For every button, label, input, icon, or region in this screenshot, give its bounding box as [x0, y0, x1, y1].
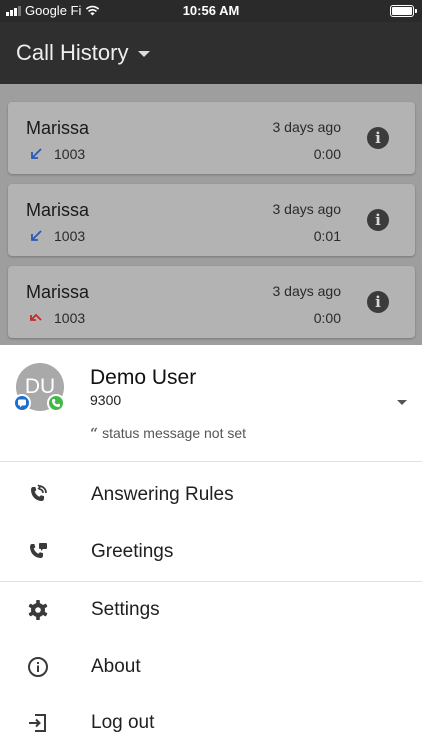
caret-down-icon [138, 51, 151, 57]
caller-name: Marissa [26, 200, 90, 220]
app-bar: Call History [0, 22, 422, 84]
menu-item-about[interactable]: About [0, 639, 422, 695]
menu-item-answering-rules[interactable]: Answering Rules [0, 467, 422, 523]
divider [0, 461, 422, 462]
info-icon [28, 657, 48, 677]
gear-icon [28, 600, 48, 620]
status-bar: Google Fi 10:56 AM [0, 0, 422, 22]
status-message-text: status message not set [102, 425, 247, 441]
call-time: 3 days ago [272, 283, 342, 299]
info-icon[interactable]: i [367, 127, 389, 149]
phone-status-icon [47, 394, 65, 412]
call-duration: 0:00 [313, 146, 341, 162]
menu-label: About [91, 656, 141, 677]
call-time: 3 days ago [272, 119, 342, 135]
caller-name: Marissa [26, 118, 90, 138]
menu-item-greetings[interactable]: Greetings [0, 524, 422, 580]
logout-icon [29, 714, 46, 732]
menu-label: Settings [91, 599, 160, 620]
answering-rules-icon [31, 484, 47, 502]
user-name: Demo User [90, 366, 197, 389]
menu-item-log-out[interactable]: Log out [0, 695, 422, 750]
chat-status-icon [13, 394, 31, 412]
user-drawer: DU Demo User 9300 “status message not se… [0, 345, 422, 750]
menu-label: Answering Rules [91, 484, 234, 505]
call-card[interactable]: Marissa 3 days ago 1003 0:00 i [8, 102, 415, 174]
page-title: Call History [16, 40, 129, 65]
incoming-call-icon [31, 148, 42, 159]
call-history-list: Marissa 3 days ago 1003 0:00 i Marissa 3… [0, 84, 422, 346]
caller-number: 1003 [54, 146, 86, 162]
caller-number: 1003 [54, 228, 86, 244]
status-message[interactable]: “status message not set [90, 425, 246, 442]
call-card[interactable]: Marissa 3 days ago 1003 0:00 i [8, 266, 415, 338]
greetings-icon [30, 543, 47, 559]
caller-number: 1003 [54, 310, 86, 326]
info-icon[interactable]: i [367, 209, 389, 231]
menu-item-settings[interactable]: Settings [0, 582, 422, 638]
menu-label: Greetings [91, 541, 174, 562]
call-card[interactable]: Marissa 3 days ago 1003 0:01 i [8, 184, 415, 256]
clock: 10:56 AM [182, 3, 240, 18]
call-duration: 0:01 [313, 228, 341, 244]
caller-name: Marissa [26, 282, 90, 302]
quote-icon: “ [90, 426, 99, 442]
incoming-call-icon [31, 230, 42, 241]
menu-label: Log out [91, 712, 155, 733]
user-extension: 9300 [90, 392, 122, 408]
caret-down-icon[interactable] [397, 400, 407, 405]
missed-call-icon [30, 313, 42, 321]
call-time: 3 days ago [272, 201, 342, 217]
call-duration: 0:00 [313, 310, 341, 326]
info-icon[interactable]: i [367, 291, 389, 313]
view-selector[interactable]: Call History [16, 40, 151, 66]
battery-icon [390, 5, 417, 17]
